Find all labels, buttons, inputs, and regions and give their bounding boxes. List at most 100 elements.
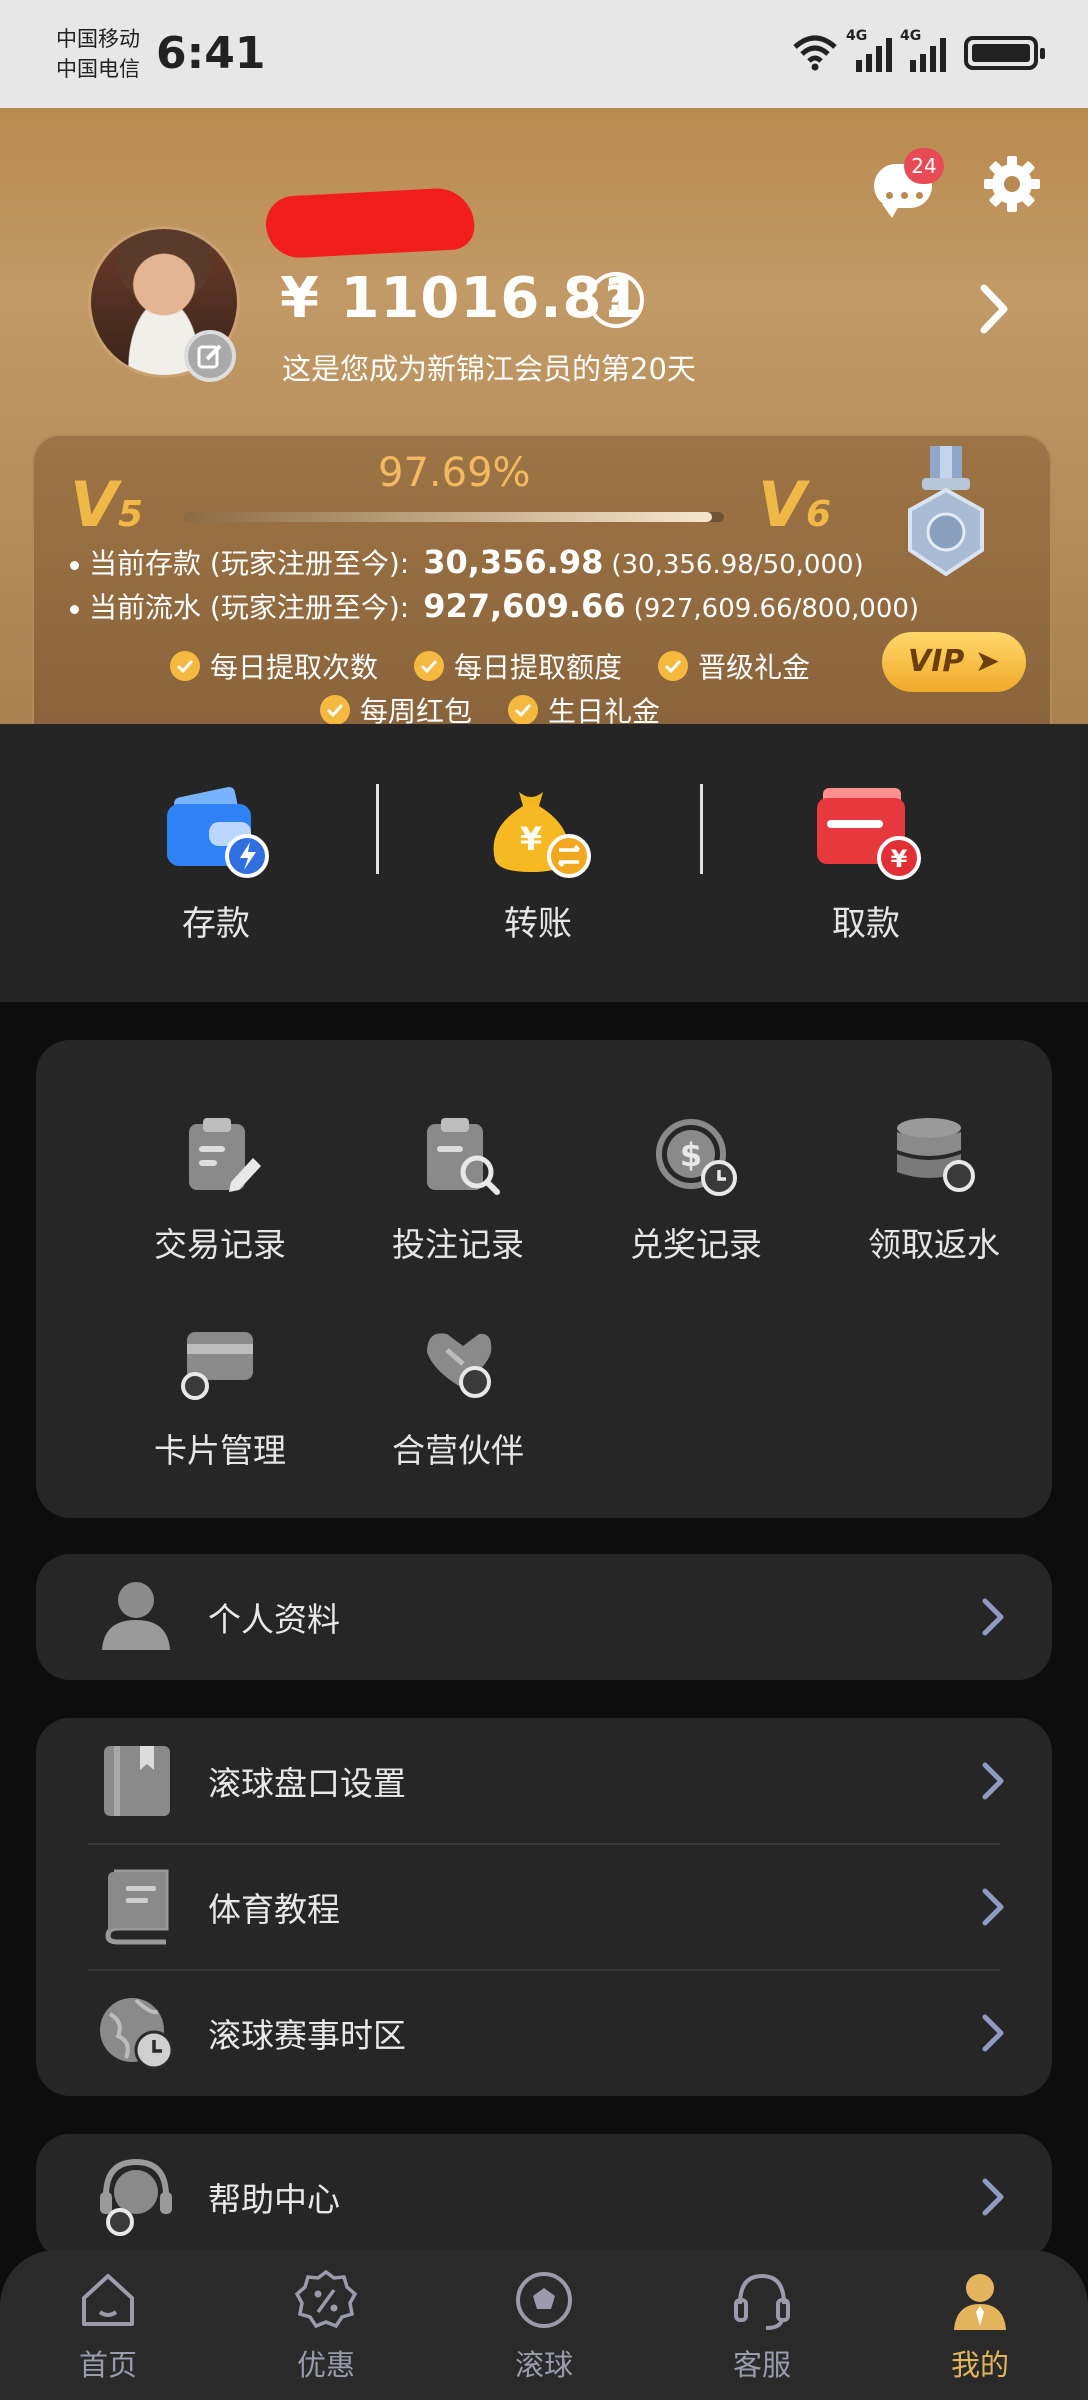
- chevron-right-icon: [982, 2014, 1004, 2052]
- turnover-stat: 当前流水 (玩家注册至今): 927,609.66 (927,609.66/800,…: [70, 586, 919, 626]
- messages-button[interactable]: 24: [874, 148, 944, 218]
- user-icon: [102, 1582, 170, 1650]
- tab-support[interactable]: 客服: [692, 2268, 832, 2384]
- profile-row[interactable]: 个人资料: [36, 1554, 1052, 1680]
- row-label: 帮助中心: [208, 2180, 340, 2219]
- records-grid-card: 交易记录 投注记录 $ 兑奖记录 领取返水 卡片管理 合营伙伴: [36, 1040, 1052, 1518]
- chevron-right-icon: [982, 1598, 1004, 1636]
- clipboard-search-icon: [427, 1118, 500, 1195]
- profile-card: 个人资料: [36, 1554, 1052, 1680]
- tab-label: 首页: [78, 2348, 137, 2382]
- headset-icon: [734, 2273, 790, 2330]
- status-time: 6:41: [156, 28, 266, 79]
- withdraw-label: 取款: [832, 904, 900, 944]
- medal-icon: [908, 446, 984, 577]
- row-event-timezone[interactable]: 滚球赛事时区: [36, 1970, 1052, 2096]
- money-actions: 存款 ¥ 转账 ¥ 取款: [0, 724, 1088, 1002]
- help-center-row[interactable]: 帮助中心: [36, 2134, 1052, 2260]
- network-type-1: 4G: [846, 28, 868, 44]
- check-icon: [169, 651, 200, 681]
- grid-label: 合营伙伴: [392, 1431, 524, 1470]
- wifi-icon: [793, 35, 837, 71]
- row-label: 滚球盘口设置: [208, 1764, 406, 1803]
- svg-text:¥: ¥: [520, 820, 542, 858]
- vip-benefit: 生日礼金: [508, 690, 660, 724]
- check-icon: [508, 695, 538, 724]
- chevron-right-icon: [982, 1888, 1004, 1926]
- dollar-clock-icon: $: [656, 1119, 737, 1196]
- benefit-label: 每周红包: [359, 695, 472, 724]
- clipboard-edit-icon: [189, 1118, 261, 1192]
- promo-badge-icon: [294, 2269, 358, 2329]
- check-icon: [319, 695, 350, 724]
- signal-icon-2: 4G: [900, 28, 946, 72]
- grid-item-rebate[interactable]: 领取返水: [824, 1110, 1044, 1266]
- transfer-button[interactable]: ¥ 转账: [438, 784, 638, 945]
- vip-button[interactable]: VIP ➤: [882, 632, 1026, 692]
- status-icons: 4G 4G: [792, 28, 1045, 72]
- chevron-right-icon: [982, 1762, 1004, 1800]
- tab-mine[interactable]: 我的: [910, 2268, 1050, 2384]
- grid-item-prizes[interactable]: $ 兑奖记录: [586, 1110, 806, 1266]
- tab-home[interactable]: 首页: [38, 2268, 178, 2384]
- grid-item-transactions[interactable]: 交易记录: [110, 1110, 330, 1266]
- gear-icon[interactable]: [980, 152, 1044, 216]
- chevron-right-icon[interactable]: [976, 282, 1012, 336]
- row-sports-tutorial[interactable]: 体育教程: [36, 1844, 1052, 1970]
- vip-benefit: 晋级礼金: [658, 646, 810, 686]
- tab-label: 优惠: [296, 2348, 355, 2382]
- battery-icon: [964, 36, 1045, 70]
- grid-label: 兑奖记录: [630, 1225, 762, 1264]
- row-label: 滚球赛事时区: [208, 2016, 406, 2055]
- current-vip-level: V5: [70, 468, 144, 541]
- grid-label: 卡片管理: [154, 1431, 286, 1470]
- profile-header: 24 ¥ 11016.81 ? 这是您成为新锦江会员的第20天 V5 97.69…: [0, 108, 1088, 724]
- network-type-2: 4G: [900, 28, 922, 44]
- grid-label: 领取返水: [868, 1225, 1000, 1264]
- wallet-lightning-icon: [161, 784, 271, 880]
- deposit-label: 存款: [182, 904, 250, 944]
- page: 中国移动 中国电信 6:41 4G 4G 24 ¥ 11016.81 ? 这是您…: [0, 0, 1088, 2400]
- tab-promotions[interactable]: 优惠: [256, 2268, 396, 2384]
- row-live-odds-settings[interactable]: 滚球盘口设置: [36, 1718, 1052, 1844]
- vip-benefit: 每日提取额度: [413, 646, 622, 686]
- divider: [376, 784, 379, 874]
- tab-label: 滚球: [514, 2348, 573, 2382]
- bookmark-book-icon: [104, 1746, 170, 1816]
- turnover-value: 927,609.66: [423, 587, 626, 625]
- turnover-detail: (927,609.66/800,000): [633, 594, 920, 624]
- deposit-value: 30,356.98: [423, 543, 604, 581]
- tab-label: 我的: [950, 2348, 1009, 2382]
- carrier-2: 中国电信: [56, 57, 140, 81]
- row-label: 体育教程: [208, 1890, 340, 1929]
- check-icon: [413, 651, 444, 681]
- transfer-label: 转账: [504, 904, 572, 944]
- status-bar: 中国移动 中国电信 6:41 4G 4G: [0, 0, 1088, 108]
- edit-avatar-icon[interactable]: [184, 330, 236, 382]
- grid-label: 交易记录: [154, 1225, 286, 1264]
- ball-icon: [516, 2272, 572, 2328]
- vip-benefit: 每日提取次数: [169, 646, 378, 686]
- grid-label: 投注记录: [392, 1225, 524, 1264]
- grid-item-partners[interactable]: 合营伙伴: [348, 1316, 568, 1472]
- card-icon: [181, 1332, 253, 1400]
- grid-item-bets[interactable]: 投注记录: [348, 1110, 568, 1266]
- card-withdraw-icon: ¥: [811, 784, 921, 880]
- vip-progress-bar: [184, 512, 724, 522]
- user-tie-icon: [954, 2274, 1006, 2330]
- home-icon: [82, 2274, 134, 2326]
- benefit-label: 晋级礼金: [698, 651, 811, 684]
- deposit-button[interactable]: 存款: [116, 784, 316, 945]
- benefit-label: 每日提取额度: [453, 651, 622, 684]
- grid-item-cards[interactable]: 卡片管理: [110, 1316, 330, 1472]
- withdraw-button[interactable]: ¥ 取款: [766, 784, 966, 945]
- chevron-right-icon: [982, 2178, 1004, 2216]
- balance-help-icon[interactable]: ?: [588, 272, 644, 328]
- carrier-1: 中国移动: [56, 27, 140, 51]
- tab-live[interactable]: 滚球: [474, 2268, 614, 2384]
- money-bag-transfer-icon: ¥: [483, 784, 593, 880]
- vip-progress-fill: [184, 512, 712, 522]
- member-days-text: 这是您成为新锦江会员的第20天: [282, 352, 696, 386]
- deposit-stat: 当前存款 (玩家注册至今): 30,356.98 (30,356.98/50,000…: [70, 542, 864, 582]
- redacted-username: [264, 186, 476, 260]
